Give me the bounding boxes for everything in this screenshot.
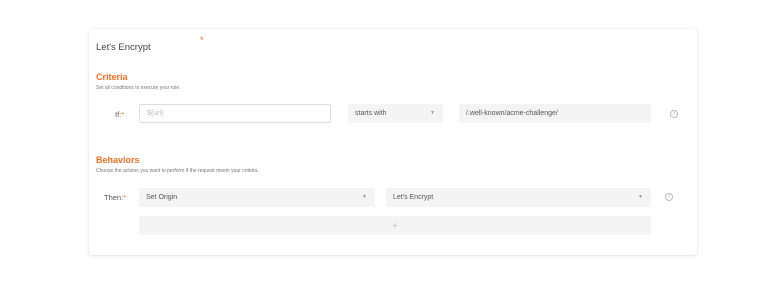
variable-placeholder: ${uri}: [147, 110, 164, 117]
add-behavior-button[interactable]: +: [139, 216, 651, 235]
info-icon[interactable]: i: [665, 193, 673, 201]
origin-value: Let's Encrypt: [393, 194, 434, 201]
value-input[interactable]: /.well-known/acme-challenge/: [459, 104, 651, 123]
rule-name[interactable]: Let's Encrypt: [96, 42, 151, 53]
criteria-title: Criteria: [96, 72, 128, 82]
value-text: /.well-known/acme-challenge/: [466, 110, 558, 117]
chevron-down-icon: ▼: [430, 110, 435, 116]
operator-select[interactable]: starts with ▼: [348, 104, 443, 123]
operator-value: starts with: [355, 110, 387, 117]
behaviors-title: Behaviors: [96, 155, 140, 165]
rule-card: Let's Encrypt * Criteria Set all conditi…: [89, 29, 697, 255]
if-label: If:*: [115, 110, 124, 119]
behaviors-description: Choose the actions you want to perform i…: [96, 168, 259, 174]
behavior-value: Set Origin: [146, 194, 178, 201]
origin-select[interactable]: Let's Encrypt ▼: [386, 188, 651, 207]
if-required-marker: *: [121, 110, 125, 119]
behavior-select[interactable]: Set Origin ▼: [139, 188, 375, 207]
criteria-description: Set all conditions to execute your rule.: [96, 85, 181, 91]
variable-input[interactable]: ${uri}: [139, 104, 331, 123]
then-label-text: Then:: [104, 193, 124, 202]
required-marker: *: [200, 35, 204, 45]
info-icon[interactable]: i: [670, 110, 678, 118]
chevron-down-icon: ▼: [362, 194, 367, 200]
then-required-marker: *: [123, 193, 127, 202]
chevron-down-icon: ▼: [638, 194, 643, 200]
then-label: Then:*: [104, 193, 126, 202]
